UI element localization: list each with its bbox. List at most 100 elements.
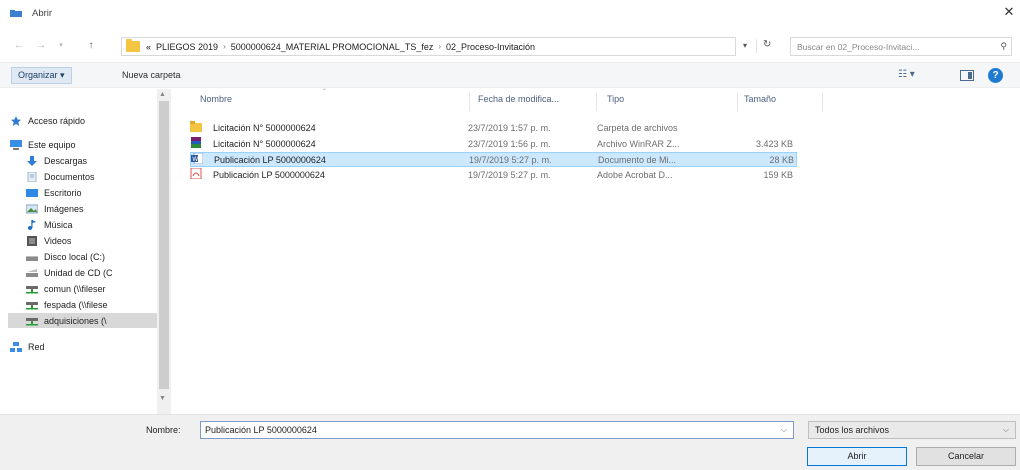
folder-icon bbox=[126, 39, 140, 52]
desktop-icon bbox=[26, 188, 38, 197]
file-name: Licitación N° 5000000624 bbox=[213, 123, 316, 133]
search-icon: ⚲ bbox=[1000, 41, 1007, 51]
file-list: Nombre ⌃ Fecha de modifica... Tipo Tamañ… bbox=[172, 89, 1020, 414]
nav-item-label: Unidad de CD (C bbox=[44, 267, 113, 278]
file-row[interactable]: Publicación LP 5000000624 19/7/2019 5:27… bbox=[190, 167, 797, 183]
chevron-down-icon[interactable]: ⌵ bbox=[1003, 425, 1009, 435]
computer-icon bbox=[10, 139, 22, 150]
help-icon[interactable]: ? bbox=[988, 68, 1003, 83]
scroll-up-icon[interactable]: ▲ bbox=[159, 91, 166, 98]
nav-item-network[interactable]: Red bbox=[10, 339, 45, 354]
search-input[interactable]: Buscar en 02_Proceso-Invitaci... ⚲ bbox=[790, 37, 1012, 56]
organize-button[interactable]: Organizar ▾ bbox=[11, 67, 72, 84]
download-icon bbox=[27, 155, 37, 166]
forward-arrow-icon[interactable]: → bbox=[34, 39, 48, 53]
nav-scrollbar[interactable]: ▲ ▼ bbox=[157, 89, 171, 414]
breadcrumb-separator-icon[interactable]: › bbox=[438, 42, 441, 51]
file-type: Carpeta de archivos bbox=[597, 123, 678, 133]
file-type: Documento de Mi... bbox=[598, 155, 677, 165]
column-divider[interactable] bbox=[596, 93, 597, 111]
divider bbox=[756, 39, 757, 53]
nav-item-pictures[interactable]: Imágenes bbox=[26, 201, 84, 216]
address-bar[interactable]: « PLIEGOS 2019 › 5000000624_MATERIAL PRO… bbox=[121, 37, 736, 56]
scrollbar-thumb[interactable] bbox=[159, 101, 169, 389]
column-header-type[interactable]: Tipo bbox=[607, 94, 624, 104]
breadcrumb-item[interactable]: 5000000624_MATERIAL PROMOCIONAL_TS_fez bbox=[231, 42, 434, 52]
address-dropdown-icon[interactable]: ▾ bbox=[743, 41, 747, 50]
nav-item-cd-drive[interactable]: Unidad de CD (C bbox=[26, 265, 113, 280]
nav-item-label: Videos bbox=[44, 235, 72, 246]
breadcrumb-item[interactable]: 02_Proceso-Invitación bbox=[446, 42, 535, 52]
search-placeholder: Buscar en 02_Proceso-Invitaci... bbox=[797, 42, 920, 52]
command-bar: Organizar ▾ Nueva carpeta ☷ ▾ ? bbox=[0, 62, 1020, 88]
column-divider[interactable] bbox=[737, 93, 738, 111]
nav-item-label: Acceso rápido bbox=[28, 115, 86, 126]
column-divider[interactable] bbox=[822, 93, 823, 111]
breadcrumb-separator-icon[interactable]: › bbox=[223, 42, 226, 51]
column-divider[interactable] bbox=[469, 93, 470, 111]
file-type: Adobe Acrobat D... bbox=[597, 170, 673, 180]
breadcrumb-item[interactable]: PLIEGOS 2019 bbox=[156, 42, 218, 52]
refresh-icon[interactable]: ↻ bbox=[763, 39, 771, 50]
close-icon[interactable]: ✕ bbox=[1002, 4, 1016, 20]
nav-item-label: Escritorio bbox=[44, 187, 82, 198]
column-header-name[interactable]: Nombre bbox=[200, 94, 232, 104]
nav-item-downloads[interactable]: Descargas bbox=[26, 153, 87, 168]
nav-item-label: Disco local (C:) bbox=[44, 251, 106, 262]
nav-item-documents[interactable]: Documentos bbox=[26, 169, 95, 184]
winrar-icon bbox=[191, 137, 201, 148]
nav-item-adquisiciones[interactable]: adquisiciones (\ bbox=[8, 313, 158, 328]
file-date: 19/7/2019 5:27 p. m. bbox=[468, 170, 551, 180]
file-type-filter[interactable]: Todos los archivos ⌵ bbox=[808, 421, 1016, 439]
file-date: 19/7/2019 5:27 p. m. bbox=[469, 155, 552, 165]
documents-icon bbox=[27, 171, 37, 182]
filename-input[interactable]: Publicación LP 5000000624 ⌵ bbox=[200, 421, 794, 439]
file-date: 23/7/2019 1:56 p. m. bbox=[468, 139, 551, 149]
nav-item-quick-access[interactable]: Acceso rápido bbox=[10, 113, 85, 128]
pictures-icon bbox=[26, 204, 38, 213]
recent-locations-chevron-icon[interactable]: ▾ bbox=[54, 39, 68, 53]
network-drive-icon bbox=[26, 285, 38, 293]
nav-item-comun[interactable]: comun (\\fileser bbox=[26, 281, 106, 296]
music-icon bbox=[28, 219, 36, 230]
nav-item-music[interactable]: Música bbox=[26, 217, 73, 232]
change-view-icon[interactable]: ☷ ▾ bbox=[898, 69, 915, 80]
file-row-selected[interactable]: W Publicación LP 5000000624 19/7/2019 5:… bbox=[190, 152, 797, 167]
title-bar: Abrir ✕ bbox=[0, 0, 1020, 26]
nav-item-videos[interactable]: Videos bbox=[26, 233, 71, 248]
address-row: ← → ▾ ↑ « PLIEGOS 2019 › 5000000624_MATE… bbox=[0, 34, 1020, 58]
file-date: 23/7/2019 1:57 p. m. bbox=[468, 123, 551, 133]
preview-pane-icon[interactable] bbox=[960, 70, 974, 81]
cancel-button[interactable]: Cancelar bbox=[916, 447, 1016, 466]
file-row[interactable]: Licitación N° 5000000624 23/7/2019 1:56 … bbox=[190, 137, 797, 152]
network-icon bbox=[10, 341, 22, 352]
nav-item-label: Descargas bbox=[44, 155, 88, 166]
filter-value: Todos los archivos bbox=[815, 425, 890, 435]
svg-text:W: W bbox=[192, 156, 198, 163]
open-button[interactable]: Abrir bbox=[807, 447, 907, 466]
new-folder-button[interactable]: Nueva carpeta bbox=[122, 70, 181, 80]
network-drive-icon bbox=[26, 301, 38, 309]
file-explorer-icon bbox=[10, 10, 22, 17]
file-row[interactable]: Licitación N° 5000000624 23/7/2019 1:57 … bbox=[190, 121, 797, 136]
nav-item-label: Imágenes bbox=[44, 203, 84, 214]
scroll-down-icon[interactable]: ▼ bbox=[159, 395, 166, 402]
nav-item-local-disk[interactable]: Disco local (C:) bbox=[26, 249, 105, 264]
breadcrumb-overflow[interactable]: « bbox=[146, 42, 151, 52]
column-header-size[interactable]: Tamaño bbox=[744, 94, 776, 104]
pdf-icon bbox=[190, 167, 202, 180]
nav-item-label: fespada (\\filese bbox=[44, 299, 108, 310]
nav-item-this-pc[interactable]: Este equipo bbox=[10, 137, 76, 152]
file-size: 159 KB bbox=[763, 170, 793, 180]
filename-label: Nombre: bbox=[146, 425, 181, 435]
up-arrow-icon[interactable]: ↑ bbox=[84, 39, 98, 53]
back-arrow-icon[interactable]: ← bbox=[12, 39, 26, 53]
nav-item-fespada[interactable]: fespada (\\filese bbox=[26, 297, 108, 312]
nav-item-desktop[interactable]: Escritorio bbox=[26, 185, 82, 200]
drive-icon bbox=[26, 255, 38, 261]
column-header-date[interactable]: Fecha de modifica... bbox=[478, 94, 559, 104]
file-size: 3.423 KB bbox=[755, 139, 793, 149]
file-name: Licitación N° 5000000624 bbox=[213, 139, 316, 149]
bottom-bar: Nombre: Publicación LP 5000000624 ⌵ Todo… bbox=[0, 414, 1020, 470]
chevron-down-icon[interactable]: ⌵ bbox=[781, 425, 787, 435]
